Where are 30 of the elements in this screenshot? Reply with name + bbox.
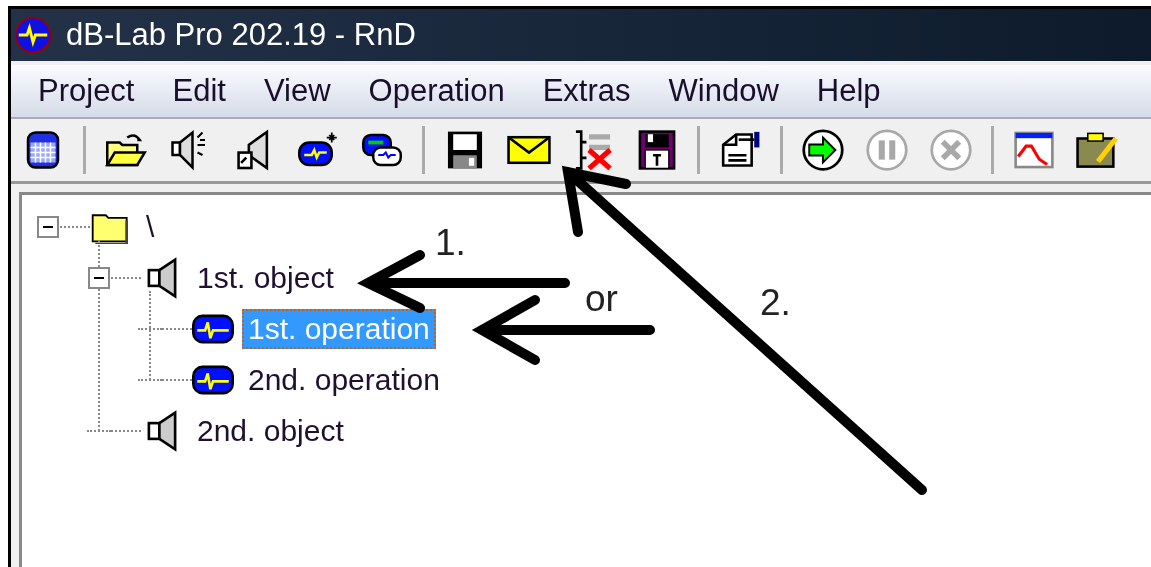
menu-item[interactable]: Edit	[153, 73, 245, 109]
delete-list-icon	[573, 129, 613, 171]
chart-icon	[1013, 130, 1055, 170]
menu-item[interactable]: Window	[649, 73, 798, 109]
tree-item[interactable]: 2nd. operation	[242, 359, 446, 400]
collapse-toggle[interactable]	[37, 215, 59, 238]
speaker-icon	[146, 256, 178, 299]
collapse-toggle[interactable]	[88, 266, 110, 289]
menu-item[interactable]: Project	[19, 73, 154, 109]
menu-item[interactable]: Operation	[349, 73, 524, 109]
tree-item[interactable]: 2nd. object	[191, 410, 350, 451]
stop-icon	[929, 128, 973, 172]
app-logo-icon	[14, 16, 52, 54]
pause-icon	[865, 128, 909, 172]
floppy-text-icon	[637, 129, 677, 171]
window-title: dB-Lab Pro 202.19 - RnD	[66, 17, 416, 53]
menu-item[interactable]: View	[244, 73, 350, 109]
envelope-icon	[506, 134, 552, 166]
operation-icon	[192, 364, 234, 395]
annotation-label: or	[585, 278, 618, 320]
tree-item[interactable]: \	[140, 206, 161, 247]
annotation-label: 1.	[435, 222, 466, 264]
menu-item[interactable]: Extras	[523, 73, 650, 109]
speaker-icon	[146, 409, 178, 452]
operation-icon	[192, 313, 234, 344]
database-icon	[25, 130, 61, 170]
tree-item[interactable]: 1st. object	[191, 257, 340, 298]
annotation-label: 2.	[760, 282, 791, 324]
menu-item[interactable]: Help	[797, 73, 900, 109]
clipboard-pencil-icon	[1075, 130, 1121, 170]
